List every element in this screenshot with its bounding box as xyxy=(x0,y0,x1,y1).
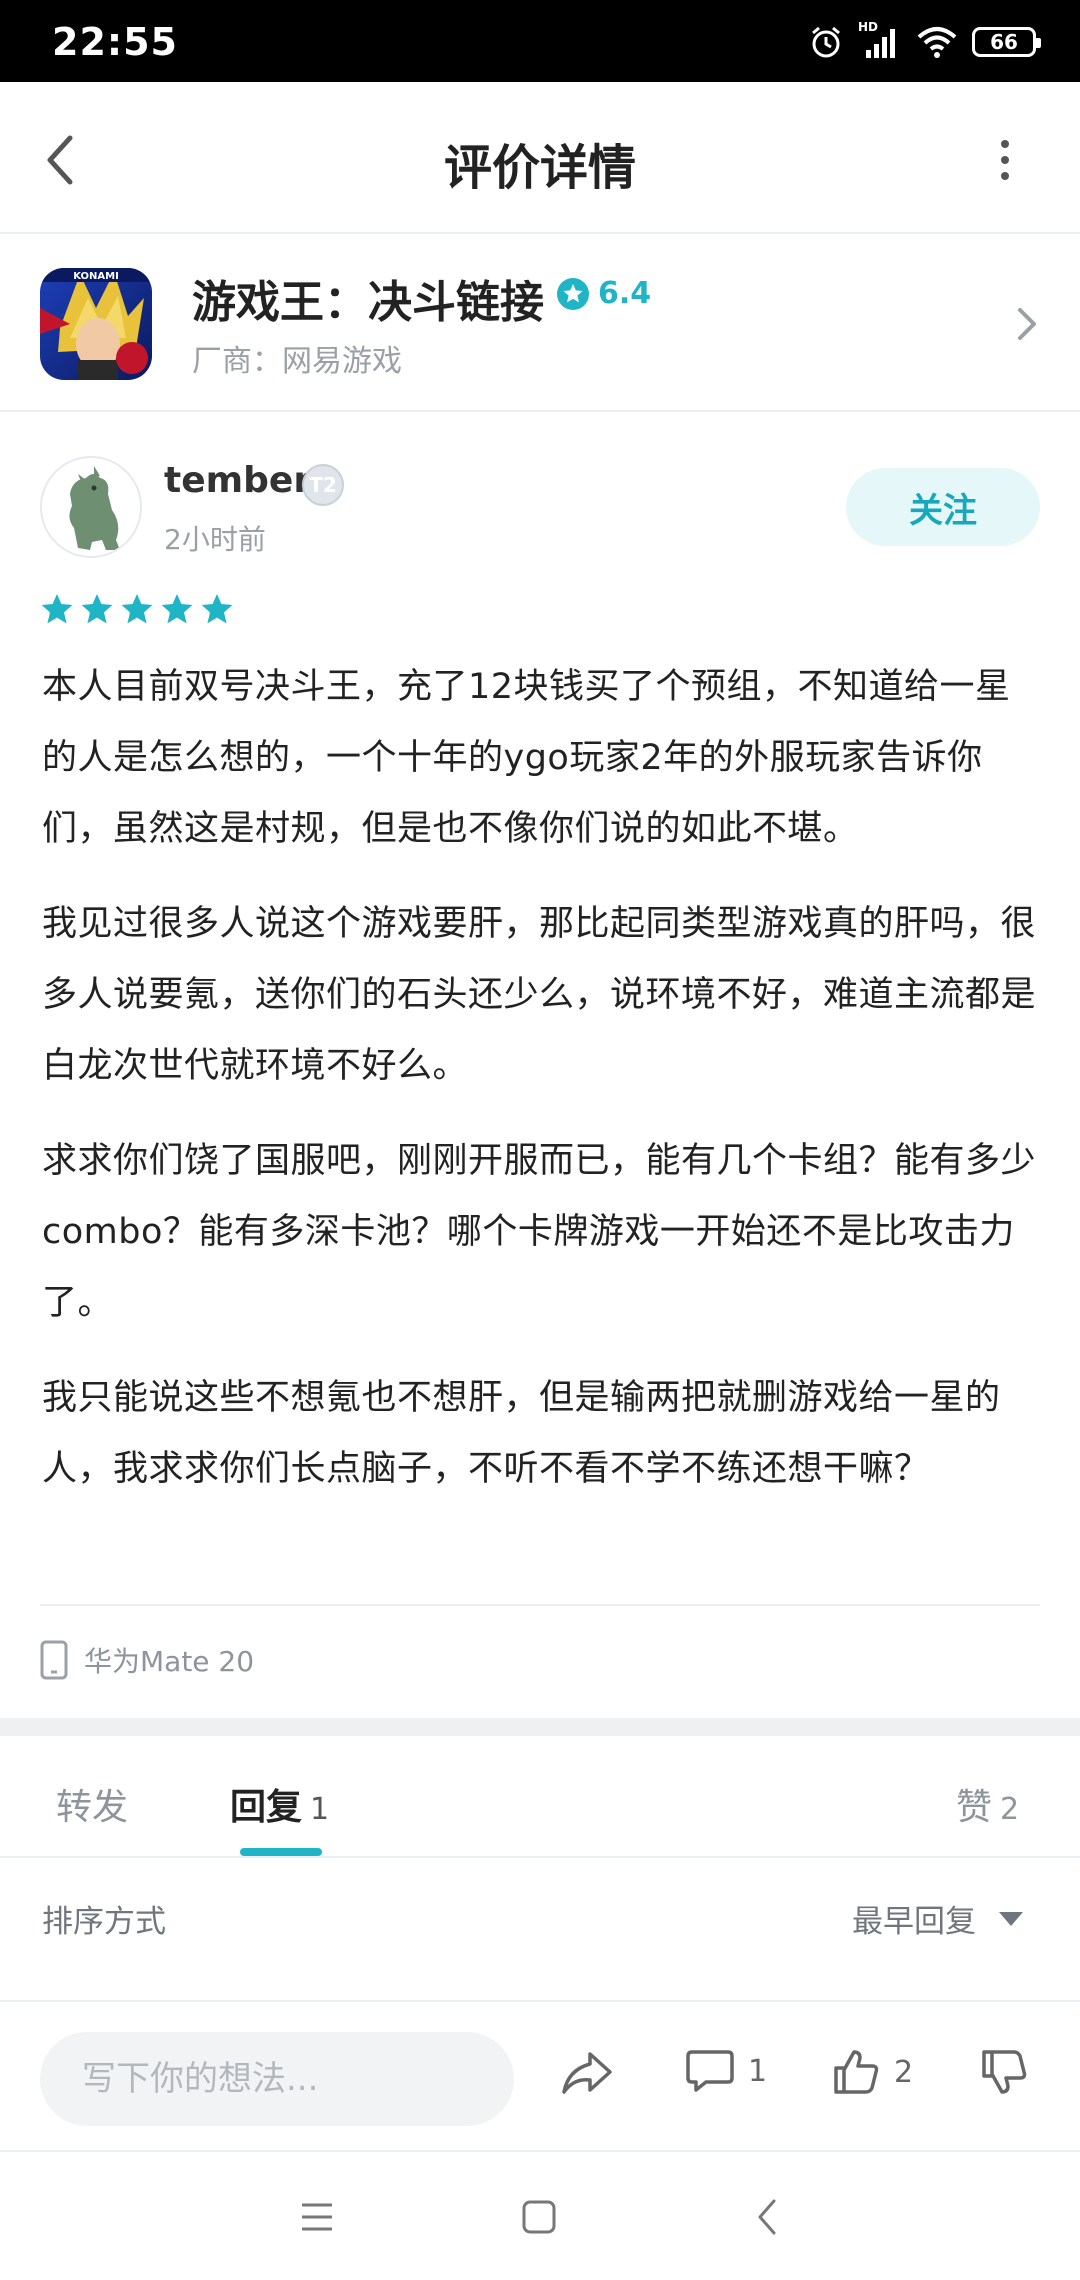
share-icon xyxy=(562,2052,612,2094)
avatar[interactable] xyxy=(40,456,142,558)
comment-count: 1 xyxy=(748,2053,768,2089)
star-icon xyxy=(41,594,73,624)
sort-dropdown[interactable]: 最早回复 xyxy=(852,1896,1024,1941)
app-card[interactable]: KONAMI 游戏王：决斗链接 6.4 厂商：网易游戏 xyxy=(0,236,1080,412)
home-icon[interactable] xyxy=(522,2200,556,2234)
review-paragraph-2: 我见过很多人说这个游戏要肝，那比起同类型游戏真的肝吗，很多人说要氪，送你们的石头… xyxy=(42,904,1037,1086)
review-paragraph-3: 求求你们饶了国服吧，刚刚开服而已，能有几个卡组？能有多少combo？能有多深卡池… xyxy=(42,1141,1037,1323)
bottom-action-bar: 1 2 xyxy=(0,2000,1080,2152)
device-name: 华为Mate 20 xyxy=(84,1645,255,1678)
sort-row: 排序方式 最早回复 xyxy=(0,1860,1080,1964)
phone-icon xyxy=(40,1640,68,1680)
wifi-icon xyxy=(917,27,957,58)
alarm-icon xyxy=(812,26,840,58)
app-rating: 6.4 xyxy=(556,276,651,311)
star-icon xyxy=(201,594,233,624)
review-paragraph-4: 我只能说这些不想氪也不想肝，但是输两把就删游戏给一星的人，我求求你们长点脑子，不… xyxy=(42,1378,1001,1489)
follow-button[interactable]: 关注 xyxy=(846,468,1040,546)
tab-like-label: 赞 xyxy=(956,1787,993,1828)
rating-star-icon xyxy=(557,277,589,310)
nav-back-icon[interactable] xyxy=(756,2198,778,2236)
tab-reply-label: 回复 xyxy=(230,1787,303,1828)
tab-reply-count: 1 xyxy=(310,1792,330,1827)
app-vendor: 厂商：网易游戏 xyxy=(192,344,402,379)
header: 评价详情 xyxy=(0,82,1080,234)
divider xyxy=(40,1604,1040,1606)
status-icons: HD 66 xyxy=(808,20,1041,64)
tab-like-count: 2 xyxy=(1000,1792,1020,1827)
post-time: 2小时前 xyxy=(164,523,266,556)
thumbs-down-icon xyxy=(982,2050,1027,2094)
tab-like[interactable]: 赞2 xyxy=(956,1778,1019,1830)
menu-icon[interactable] xyxy=(300,2202,334,2232)
battery-icon: 66 xyxy=(972,27,1041,57)
section-separator xyxy=(0,1718,1080,1736)
status-time: 22:55 xyxy=(52,20,178,64)
app-rating-value: 6.4 xyxy=(598,276,652,311)
system-nav-bar xyxy=(0,2154,1080,2280)
thumbs-up-icon xyxy=(834,2050,879,2094)
comment-button[interactable]: 1 xyxy=(686,2048,767,2094)
star-icon xyxy=(161,594,193,624)
share-button[interactable] xyxy=(560,2048,614,2098)
battery-level: 66 xyxy=(990,30,1018,54)
tab-indicator xyxy=(240,1848,322,1856)
star-icon xyxy=(121,594,153,624)
app-name: 游戏王：决斗链接 xyxy=(192,277,544,328)
like-count: 2 xyxy=(894,2054,914,2090)
status-bar: 22:55 HD 66 xyxy=(0,0,1080,82)
like-button[interactable]: 2 xyxy=(832,2048,913,2096)
author-name[interactable]: tember xyxy=(164,460,311,501)
sort-label: 排序方式 xyxy=(42,1904,166,1940)
comment-input[interactable] xyxy=(40,2032,514,2126)
review-stars xyxy=(40,592,234,626)
more-icon[interactable] xyxy=(992,136,1018,184)
comment-icon xyxy=(686,2050,734,2092)
sort-selected: 最早回复 xyxy=(852,1904,976,1940)
level-badge-text: T2 xyxy=(309,473,337,497)
review-paragraph-1: 本人目前双号决斗王，充了12块钱买了个预组，不知道给一星的人是怎么想的，一个十年… xyxy=(42,667,1011,849)
signal-icon: HD xyxy=(858,20,902,60)
review-body: 本人目前双号决斗王，充了12块钱买了个预组，不知道给一星的人是怎么想的，一个十年… xyxy=(42,652,1042,1529)
app-icon-text: KONAMI xyxy=(73,271,119,282)
tab-reply[interactable]: 回复 1 xyxy=(230,1778,329,1830)
app-icon: KONAMI xyxy=(40,268,152,380)
level-badge: T2 xyxy=(302,464,344,506)
star-icon xyxy=(81,594,113,624)
caret-down-icon xyxy=(999,1911,1023,1926)
dislike-button[interactable] xyxy=(980,2048,1028,2096)
tab-repost-label: 转发 xyxy=(56,1787,129,1828)
device-row: 华为Mate 20 xyxy=(40,1640,254,1680)
chevron-right-icon[interactable] xyxy=(1016,306,1038,342)
page-title: 评价详情 xyxy=(443,140,636,196)
tab-repost[interactable]: 转发 xyxy=(56,1778,128,1830)
tab-bar: 转发 回复 1 赞2 xyxy=(0,1736,1080,1858)
